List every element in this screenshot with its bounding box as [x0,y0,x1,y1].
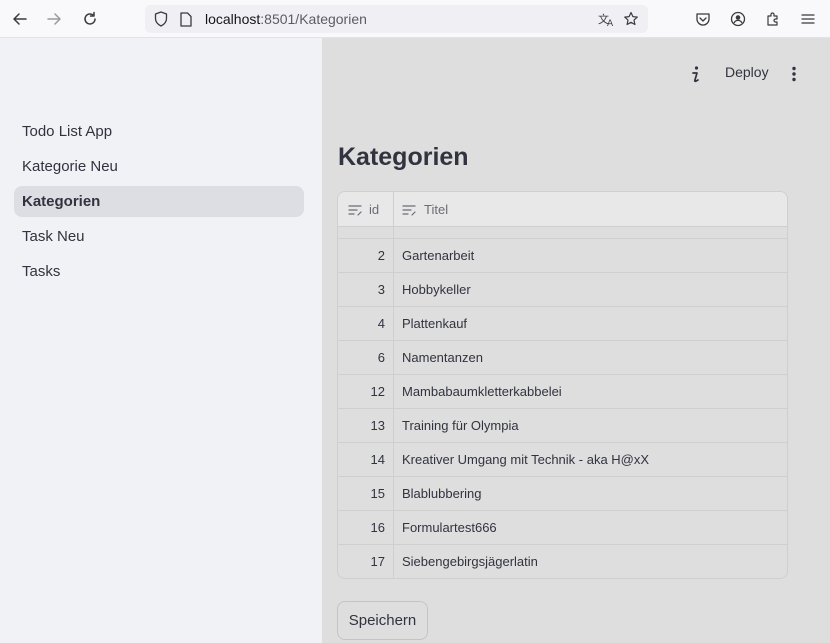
column-header-titel[interactable]: Titel [424,192,448,227]
info-icon[interactable] [688,64,702,84]
sidebar-item-todo-list-app[interactable]: Todo List App [14,116,304,147]
data-table[interactable]: id Titel 2 Gartenarbeit 3 Hobbykeller 4 Pla… [337,191,788,579]
menu-icon[interactable] [799,10,817,28]
cell-title: Namentanzen [402,350,483,365]
page-icon [178,11,194,27]
cell-title: Blablubbering [402,486,482,501]
sidebar-item-task-neu[interactable]: Task Neu [14,221,304,252]
column-header-id[interactable]: id [369,192,379,227]
forward-arrow-icon[interactable] [43,8,65,30]
url-bar[interactable]: localhost:8501/Kategorien 文A [145,5,648,33]
shield-icon[interactable] [153,11,169,27]
table-row[interactable]: 13 Training für Olympia [338,408,787,442]
cell-title: Siebengebirgsjägerlatin [402,554,538,569]
url-text[interactable]: localhost:8501/Kategorien [205,11,367,27]
cell-id: 12 [370,384,385,399]
cell-title: Kreativer Umgang mit Technik - aka H@xX [402,452,650,467]
bookmark-star-icon[interactable] [622,10,640,28]
table-row[interactable]: 4 Plattenkauf [338,306,787,340]
text-column-icon [348,203,362,216]
cell-title: Formulartest666 [402,520,497,535]
cell-id: 16 [370,520,385,535]
pocket-icon[interactable] [694,10,712,28]
cell-title: Training für Olympia [402,418,519,433]
sidebar-item-kategorie-neu[interactable]: Kategorie Neu [14,151,304,182]
cell-id: 17 [370,554,385,569]
table-row[interactable]: 6 Namentanzen [338,340,787,374]
table-row[interactable]: 17 Siebengebirgsjägerlatin [338,544,787,578]
browser-toolbar: localhost:8501/Kategorien 文A [0,0,830,38]
cell-title: Gartenarbeit [402,248,475,263]
more-options-icon[interactable] [787,64,801,84]
table-row[interactable]: 16 Formulartest666 [338,510,787,544]
translate-icon[interactable]: 文A [597,10,615,28]
cell-id: 15 [370,486,385,501]
cell-id: 3 [377,282,385,297]
table-row[interactable]: 3 Hobbykeller [338,272,787,306]
cell-title: Plattenkauf [402,316,468,331]
cell-id: 4 [377,316,385,331]
table-row[interactable]: 14 Kreativer Umgang mit Technik - aka H@x… [338,442,787,476]
cell-id: 6 [377,350,385,365]
table-row[interactable]: 2 Gartenarbeit [338,238,787,272]
reload-icon[interactable] [79,8,101,30]
page-title: Kategorien [338,143,469,171]
account-icon[interactable] [729,10,747,28]
url-host: localhost [205,11,261,27]
cell-title: Mambabaumkletterkabbelei [402,384,562,399]
deploy-button[interactable]: Deploy [725,64,769,80]
sidebar-item-tasks[interactable]: Tasks [14,256,304,287]
save-button[interactable]: Speichern [337,601,428,640]
table-row[interactable]: 15 Blablubbering [338,476,787,510]
url-path: :8501/Kategorien [260,11,367,27]
cell-id: 2 [377,248,385,263]
cell-id: 14 [370,452,385,467]
sidebar-item-kategorien[interactable]: Kategorien [14,186,304,217]
cell-id: 13 [370,418,385,433]
svg-text:A: A [607,19,614,27]
back-arrow-icon[interactable] [9,8,31,30]
extensions-icon[interactable] [764,10,782,28]
text-column-icon [402,203,416,216]
table-row[interactable]: 12 Mambabaumkletterkabbelei [338,374,787,408]
cell-title: Hobbykeller [402,282,471,297]
table-header: id Titel [338,192,787,227]
